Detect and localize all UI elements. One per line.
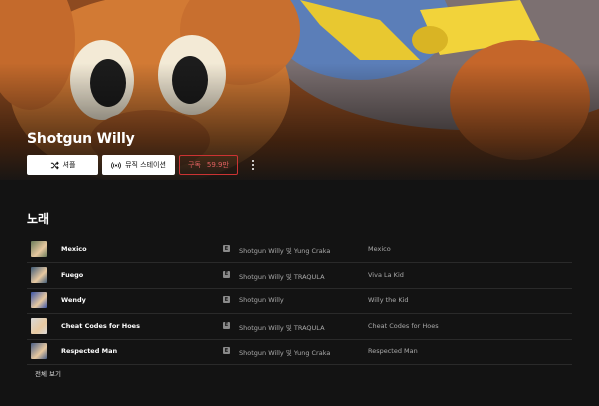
song-row[interactable]: Mexico E Shotgun Willy 및 Yung Craka Mexico [27, 236, 572, 263]
songs-section-title: 노래 [27, 212, 50, 226]
radio-label: 뮤직 스테이션 [125, 161, 166, 169]
shuffle-button[interactable]: 셔플 [27, 155, 98, 175]
artist-name: Shotgun Willy [27, 131, 135, 147]
song-title[interactable]: Wendy [61, 296, 86, 304]
explicit-icon: E [223, 321, 230, 329]
radio-icon [111, 161, 121, 169]
song-row[interactable]: Wendy E Shotgun Willy Willy the Kid [27, 287, 572, 314]
album-thumbnail[interactable] [31, 241, 47, 257]
explicit-icon: E [223, 296, 230, 303]
song-album[interactable]: Viva La Kid [368, 271, 404, 279]
song-row[interactable]: Respected Man E Shotgun Willy 및 Yung Craka… [27, 338, 572, 365]
album-thumbnail[interactable] [31, 317, 47, 334]
song-title[interactable]: Mexico [61, 245, 87, 253]
shuffle-icon [50, 161, 59, 169]
artist-banner [0, 0, 599, 180]
song-title[interactable]: Fuego [61, 271, 83, 279]
song-album[interactable]: Willy the Kid [368, 296, 409, 304]
song-album[interactable]: Mexico [368, 245, 391, 253]
subscriber-count: 59.9만 [206, 161, 229, 169]
subscribe-label: 구독 [188, 161, 201, 169]
explicit-icon: E [223, 347, 230, 354]
song-row[interactable]: Fuego E Shotgun Willy 및 TRAQULA Viva La Kid [27, 262, 572, 289]
song-artist[interactable]: Shotgun Willy [239, 296, 284, 304]
song-title[interactable]: Cheat Codes for Hoes [61, 322, 140, 330]
song-artist[interactable]: Shotgun Willy 및 Yung Craka [239, 245, 330, 255]
song-album[interactable]: Cheat Codes for Hoes [368, 322, 439, 330]
explicit-icon: E [223, 245, 230, 252]
album-thumbnail[interactable] [31, 292, 47, 308]
banner-fade [0, 0, 599, 180]
song-title[interactable]: Respected Man [61, 347, 117, 355]
song-artist[interactable]: Shotgun Willy 및 TRAQULA [239, 271, 325, 281]
song-artist[interactable]: Shotgun Willy 및 TRAQULA [239, 322, 325, 332]
shuffle-label: 셔플 [62, 161, 76, 169]
subscribe-button[interactable]: 구독 59.9만 [179, 155, 238, 175]
more-options-icon[interactable] [248, 157, 258, 173]
explicit-icon: E [223, 270, 230, 278]
song-row[interactable]: Cheat Codes for Hoes E Shotgun Willy 및 TRA… [27, 313, 572, 340]
radio-button[interactable]: 뮤직 스테이션 [102, 155, 175, 175]
see-all-link[interactable]: 전체 보기 [35, 368, 61, 378]
song-artist[interactable]: Shotgun Willy 및 Yung Craka [239, 347, 330, 357]
album-thumbnail[interactable] [31, 343, 47, 359]
album-thumbnail[interactable] [31, 266, 47, 283]
song-album[interactable]: Respected Man [368, 347, 418, 355]
